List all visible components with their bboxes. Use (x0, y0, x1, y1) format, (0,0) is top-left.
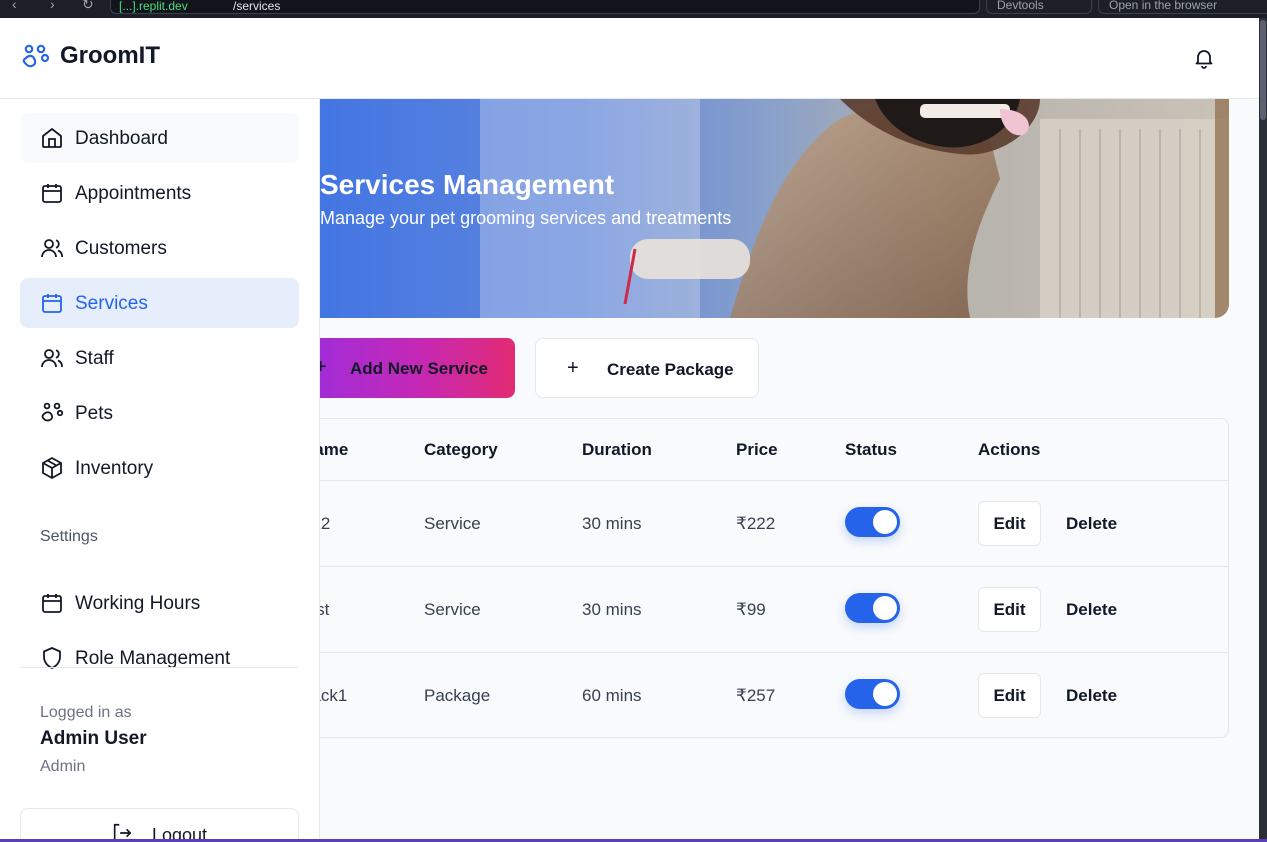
sidebar-item-appointments[interactable]: Appointments (20, 168, 299, 218)
add-new-service-button[interactable]: + Add New Service (300, 338, 515, 398)
address-bar[interactable]: [...].replit.dev /services (110, 0, 980, 14)
sidebar-item-label: Staff (75, 348, 114, 369)
page-title: Services Management (320, 169, 615, 200)
add-new-service-label: Add New Service (350, 359, 488, 378)
sidebar-item-label: Inventory (75, 458, 154, 479)
sidebar-item-label: Customers (75, 238, 167, 259)
open-in-browser-label: Open in the browser (1109, 0, 1218, 12)
cell-price: ₹99 (736, 600, 766, 619)
sidebar-item-working-hours[interactable]: Working Hours (20, 578, 299, 628)
reload-icon[interactable]: ↻ (82, 0, 94, 13)
page-subtitle: Manage your pet grooming services and tr… (320, 208, 732, 228)
delete-button[interactable]: Delete (1066, 600, 1117, 620)
status-toggle[interactable] (845, 679, 900, 709)
app-window: GroomIT Services Management Manage your … (0, 18, 1259, 842)
cell-duration: 30 mins (582, 600, 642, 619)
forward-icon[interactable]: › (50, 0, 55, 12)
brand-name: GroomIT (60, 42, 160, 69)
status-toggle[interactable] (845, 593, 900, 623)
status-toggle[interactable] (845, 507, 900, 537)
cell-price: ₹257 (736, 686, 776, 705)
devtools-button[interactable]: Devtools (986, 0, 1092, 14)
table-row: test Service 30 mins ₹99 Edit Delete (281, 566, 1228, 652)
browser-toolbar: ‹ › ↻ [...].replit.dev /services Devtool… (0, 0, 1267, 18)
logged-in-label: Logged in as (40, 704, 132, 721)
toggle-knob (873, 510, 897, 534)
sidebar-item-staff[interactable]: Staff (20, 333, 299, 383)
create-package-button[interactable]: + Create Package (535, 338, 759, 398)
column-header-duration: Duration (582, 440, 652, 459)
package-icon (42, 457, 62, 479)
calendar-icon (42, 184, 62, 203)
column-header-price: Price (736, 440, 778, 459)
url-path: /services (233, 0, 281, 13)
user-name: Admin User (40, 728, 147, 749)
sidebar-item-label: Services (75, 293, 148, 314)
bell-icon[interactable] (1192, 46, 1216, 70)
settings-section-label: Settings (40, 528, 98, 545)
sidebar-item-role-management[interactable]: Role Management (20, 633, 299, 683)
sidebar-item-services[interactable]: Services (20, 278, 299, 328)
table-row: 222 Service 30 mins ₹222 Edit Delete (281, 480, 1228, 566)
users-icon (41, 239, 63, 258)
sidebar-item-customers[interactable]: Customers (20, 223, 299, 273)
sidebar-item-dashboard[interactable]: Dashboard (20, 113, 299, 163)
home-icon (42, 128, 62, 148)
calendar-icon (42, 594, 62, 613)
edit-button[interactable]: Edit (978, 501, 1041, 546)
back-icon[interactable]: ‹ (12, 0, 17, 12)
column-header-status: Status (845, 440, 897, 459)
sidebar-item-label: Pets (75, 403, 114, 424)
delete-button[interactable]: Delete (1066, 514, 1117, 534)
user-role: Admin (40, 758, 86, 775)
users-icon (41, 349, 63, 368)
create-package-label: Create Package (607, 360, 734, 379)
cell-price: ₹222 (736, 514, 776, 533)
scrollbar-thumb[interactable] (1260, 20, 1266, 120)
table-row: pack1 Package 60 mins ₹257 Edit Delete (281, 652, 1228, 738)
plus-icon: + (567, 357, 579, 379)
edit-button[interactable]: Edit (978, 587, 1041, 632)
column-header-category: Category (424, 440, 498, 459)
sidebar-item-label: Appointments (75, 183, 192, 204)
top-header: GroomIT (0, 18, 1259, 99)
sidebar: Dashboard Appointments Customers Service… (0, 99, 320, 842)
url-host: [...].replit.dev (119, 0, 188, 13)
delete-button[interactable]: Delete (1066, 686, 1117, 706)
sidebar-divider (20, 667, 299, 668)
open-in-browser-button[interactable]: Open in the browser (1098, 0, 1267, 14)
sidebar-item-pets[interactable]: Pets (20, 388, 299, 438)
paw-logo-icon (22, 44, 50, 68)
column-header-actions: Actions (978, 440, 1041, 459)
cell-category: Service (424, 514, 481, 533)
devtools-label: Devtools (997, 0, 1044, 12)
sidebar-item-inventory[interactable]: Inventory (20, 443, 299, 493)
cell-category: Package (424, 686, 491, 705)
sidebar-item-label: Working Hours (75, 593, 201, 614)
toggle-knob (873, 682, 897, 706)
hero-banner: Services Management Manage your pet groo… (280, 99, 1229, 318)
services-table: Name Category Duration Price Status Acti… (280, 418, 1229, 738)
toggle-knob (873, 596, 897, 620)
calendar-icon (42, 294, 62, 313)
cell-duration: 30 mins (582, 514, 642, 533)
sidebar-item-label: Dashboard (75, 128, 168, 149)
logout-button[interactable]: Logout (20, 808, 299, 842)
cell-duration: 60 mins (582, 686, 642, 705)
edit-button[interactable]: Edit (978, 673, 1041, 718)
paw-icon (41, 402, 64, 422)
cell-category: Service (424, 600, 481, 619)
scrollbar[interactable] (1259, 18, 1267, 842)
